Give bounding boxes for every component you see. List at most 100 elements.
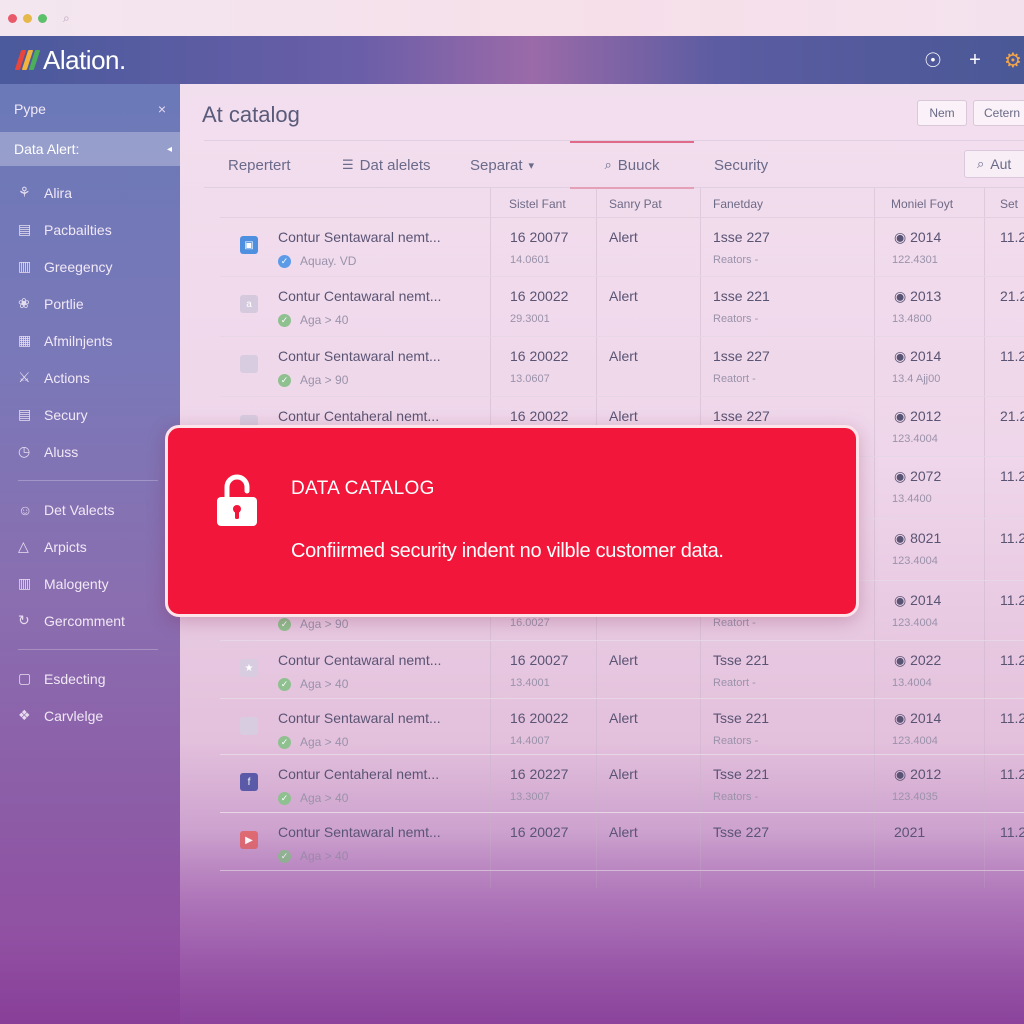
row-name[interactable]: Contur Centawaral nemt... [278,652,441,668]
row-subtitle: Aga > 40 [300,735,349,749]
check-icon: ✓ [278,678,291,691]
row-status: Reators - [713,735,759,747]
sidebar-item-esdecting[interactable]: ▢ Esdecting [0,660,180,697]
sidebar-item-gercomment[interactable]: ↻ Gercomment [0,602,180,639]
row-subtitle: Aga > 40 [300,791,349,805]
row-year: ◉ 2014 [894,348,942,364]
row-type: Alert [609,824,638,840]
sidebar-item-det-valects[interactable]: ☺ Det Valects [0,491,180,528]
security-alert-modal[interactable]: DATA CATALOG Confiirmed security indent … [165,425,859,617]
tab-bar: Repertert ☰ Dat alelets Separat ▾ ⌕ Buuc… [204,140,1024,189]
sidebar-item-carvlelge[interactable]: ❖ Carvlelge [0,697,180,734]
unlock-icon [217,474,257,526]
search-input[interactable]: ⌕ Aut [964,150,1024,178]
row-name[interactable]: Contur Sentawaral nemt... [278,710,441,726]
browser-search-icon[interactable]: ⌕ [63,11,70,26]
row-type: Alert [609,229,638,245]
row-num: 123.4035 [892,791,938,803]
search-input-text: Aut [990,156,1012,172]
tab-dat-alelets[interactable]: ☰ Dat alelets [342,141,431,189]
tab-separat[interactable]: Separat ▾ [470,141,534,189]
row-name[interactable]: Contur Sentawaral nemt... [278,824,441,840]
row-num: 123.4004 [892,735,938,747]
column-header[interactable]: Set [1000,197,1018,211]
table-row[interactable]: f Contur Centaheral nemt... ✓ Aga > 40 16 20… [220,755,1024,813]
tab-buuck[interactable]: ⌕ Buuck [570,141,694,189]
row-name[interactable]: Contur Sentawaral nemt... [278,348,441,364]
sidebar-item-data-alert[interactable]: Data Alert: ◂ [0,132,180,166]
row-set: 11.2 [1000,652,1024,668]
new-button[interactable]: Nem [917,100,967,126]
row-id: 16 20027 [510,824,569,840]
row-year: ◉ 8021 [894,530,942,546]
row-set: 21.2 [1000,408,1024,424]
sidebar-item-actions[interactable]: ⚔ Actions [0,359,180,396]
row-num: 123.4004 [892,555,938,567]
row-subtitle: Aga > 90 [300,373,349,387]
column-header[interactable]: Sistel Fant [509,197,566,211]
sidebar-item-secury[interactable]: ▤ Secury [0,396,180,433]
window-maximize-dot[interactable] [38,13,47,23]
check-icon: ✓ [278,374,291,387]
row-status: Reators - [713,313,759,325]
row-type-icon: ★ [240,659,258,677]
table-row[interactable]: ▣ Contur Sentawaral nemt... ✓ Aquay. VD 16 2… [220,218,1024,277]
tab-repertert[interactable]: Repertert [228,141,291,189]
close-icon[interactable]: × [158,101,166,117]
table-row[interactable]: ★ Contur Centawaral nemt... ✓ Aga > 40 16 20… [220,641,1024,699]
gear-icon[interactable]: ⚙ [1004,48,1024,73]
row-type: Alert [609,348,638,364]
sidebar-item-greegency[interactable]: ▥ Greegency [0,248,180,285]
row-issue: 1sse 227 [713,229,770,245]
column-header[interactable]: Fanetday [713,197,763,211]
row-name[interactable]: Contur Centaheral nemt... [278,766,439,782]
table-row[interactable]: ▶ Contur Sentawaral nemt... ✓ Aga > 40 16 20… [220,813,1024,871]
row-id-sub: 13.4001 [510,677,550,689]
row-id: 16 20022 [510,288,569,304]
row-id: 16 20022 [510,348,569,364]
center-button[interactable]: Cetern [973,100,1024,126]
sidebar-item-label: Portlie [44,295,84,312]
row-name[interactable]: Contur Centawaral nemt... [278,288,441,304]
table-row[interactable]: Contur Sentawaral nemt... ✓ Aga > 40 16 200… [220,699,1024,755]
sidebar-divider [18,480,158,481]
add-icon[interactable]: + [962,49,988,72]
table-row[interactable]: Contur Sentawaral nemt... ✓ Aga > 90 16 200… [220,337,1024,397]
row-issue: 1sse 227 [713,408,770,424]
row-num: 122.4301 [892,254,938,266]
row-num: 13.4400 [892,493,932,505]
row-name[interactable]: Contur Sentawaral nemt... [278,229,441,245]
sidebar-item-arpicts[interactable]: △ Arpicts [0,528,180,565]
sidebar-item-alira[interactable]: ⚘ Alira [0,174,180,211]
row-issue: 1sse 227 [713,348,770,364]
row-type-icon [240,717,258,735]
alert-title: DATA CATALOG [291,478,435,499]
tab-label: Buuck [617,156,660,174]
column-header[interactable]: Moniel Foyt [891,197,953,211]
chevron-left-icon[interactable]: ◂ [167,144,172,155]
sidebar-item-icon: ☺ [18,501,33,518]
sidebar-item-portlie[interactable]: ❀ Portlie [0,285,180,322]
sidebar-item-icon: ▤ [18,406,32,422]
row-year: 2021 [894,824,926,840]
window-minimize-dot[interactable] [23,13,32,23]
row-num: 13.4800 [892,313,932,325]
column-header[interactable]: Sanry Pat [609,197,662,211]
table-row[interactable]: a Contur Centawaral nemt... ✓ Aga > 40 16 20… [220,277,1024,337]
sidebar-item-afmilnjents[interactable]: ▦ Afmilnjents [0,322,180,359]
browser-bar: ⌕ [0,0,1024,36]
timer-icon[interactable]: ☉ [920,48,946,73]
row-year: ◉ 2022 [894,652,942,668]
sidebar-item-aluss[interactable]: ◷ Aluss [0,433,180,470]
tab-security[interactable]: Security [714,141,768,189]
row-type: Alert [609,408,638,424]
app-logo-text[interactable]: Alation. [43,45,126,76]
row-name[interactable]: Contur Centaheral nemt... [278,408,439,424]
sidebar-item-pacbailties[interactable]: ▤ Pacbailties [0,211,180,248]
tab-label: Separat [470,156,523,174]
check-icon: ✓ [278,792,291,805]
topbar-icons: ☉ + ⚙ [920,36,1024,84]
sidebar-item-malogenty[interactable]: ▥ Malogenty [0,565,180,602]
row-year: ◉ 2072 [894,468,942,484]
window-close-dot[interactable] [8,13,17,23]
